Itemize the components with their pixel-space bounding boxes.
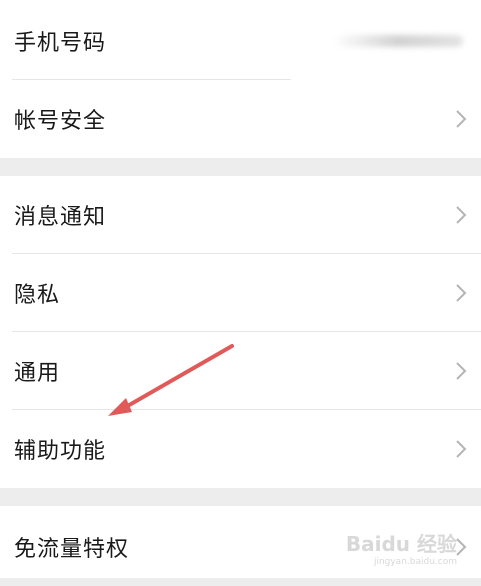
annotation-arrow — [108, 344, 234, 416]
